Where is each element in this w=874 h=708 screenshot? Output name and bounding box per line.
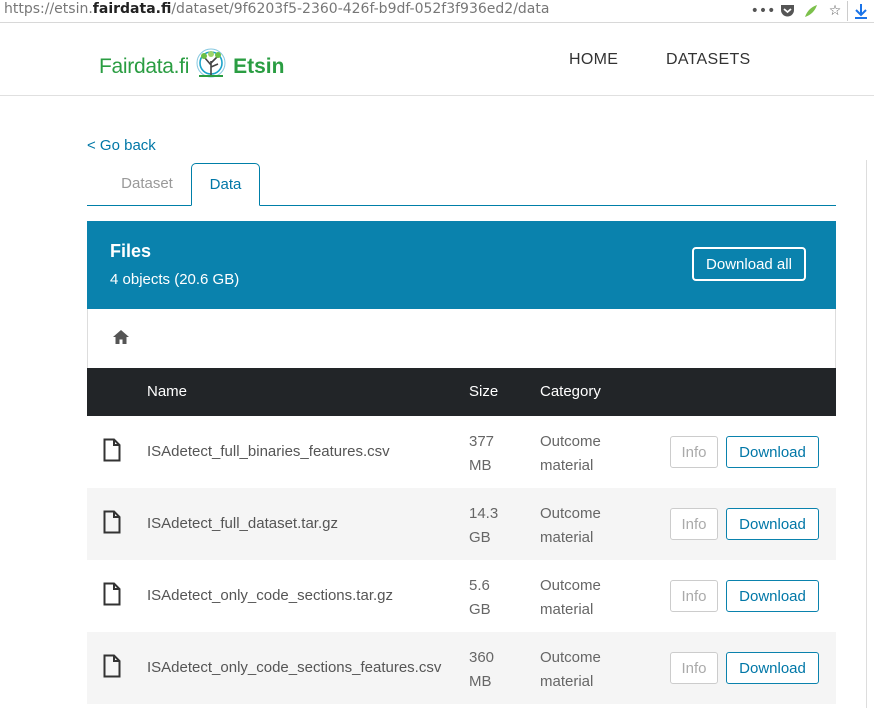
file-category: Outcome material — [540, 646, 620, 694]
tab-dataset[interactable]: Dataset — [106, 163, 188, 204]
download-arrow-icon[interactable] — [847, 1, 874, 21]
file-icon — [103, 582, 121, 606]
category-line2: material — [540, 601, 594, 618]
logo-etsin: Etsin — [233, 55, 285, 78]
file-icon — [103, 438, 121, 462]
tree-logo-icon — [196, 48, 226, 78]
file-category: Outcome material — [540, 502, 620, 550]
files-count: 4 objects (20.6 GB) — [110, 271, 240, 288]
more-icon[interactable]: ••• — [751, 1, 776, 21]
file-size: 5.6 GB — [469, 574, 519, 622]
file-size-value: 5.6 — [469, 577, 490, 594]
category-line1: Outcome — [540, 505, 601, 522]
logo-fairdata: Fairdata.fi — [99, 55, 190, 78]
scrollbar-edge[interactable] — [866, 160, 874, 708]
file-size-unit: MB — [469, 673, 492, 690]
category-line2: material — [540, 673, 594, 690]
category-line1: Outcome — [540, 649, 601, 666]
table-row: ISAdetect_full_dataset.tar.gz 14.3 GB Out… — [87, 488, 836, 560]
file-icon — [103, 510, 121, 534]
breadcrumb — [87, 309, 836, 368]
category-line2: material — [540, 457, 594, 474]
download-button[interactable]: Download — [726, 580, 819, 612]
table-row: ISAdetect_full_binaries_features.csv 377… — [87, 416, 836, 488]
url-host: fairdata.fi — [92, 1, 172, 17]
info-button[interactable]: Info — [670, 436, 718, 468]
column-category[interactable]: Category — [540, 383, 601, 400]
file-size-unit: MB — [469, 457, 492, 474]
url-path: /dataset/9f6203f5-2360-426f-b9df-052f3f9… — [171, 1, 550, 17]
home-icon[interactable] — [112, 329, 130, 345]
file-size-value: 360 — [469, 649, 495, 666]
file-size: 377 MB — [469, 430, 519, 478]
extension-icon[interactable] — [799, 1, 823, 21]
files-header: Files 4 objects (20.6 GB) Download all — [87, 221, 836, 309]
files-title: Files — [110, 241, 152, 261]
table-header: Name Size Category — [87, 368, 836, 416]
download-all-button[interactable]: Download all — [692, 247, 806, 281]
go-back-link[interactable]: < Go back — [87, 137, 156, 154]
tab-data[interactable]: Data — [191, 163, 260, 206]
pocket-icon[interactable] — [775, 1, 799, 21]
nav-home[interactable]: HOME — [569, 51, 618, 69]
file-name[interactable]: ISAdetect_only_code_sections_features.cs… — [147, 659, 441, 676]
column-size[interactable]: Size — [469, 383, 498, 400]
file-name[interactable]: ISAdetect_full_dataset.tar.gz — [147, 515, 338, 532]
browser-url-bar[interactable]: https://etsin.fairdata.fi/dataset/9f6203… — [0, 0, 874, 23]
column-name[interactable]: Name — [147, 383, 187, 400]
file-name[interactable]: ISAdetect_only_code_sections.tar.gz — [147, 587, 393, 604]
category-line1: Outcome — [540, 433, 601, 450]
url-text[interactable]: https://etsin.fairdata.fi/dataset/9f6203… — [4, 1, 549, 17]
tab-bar: Dataset Data — [87, 163, 836, 206]
category-line2: material — [540, 529, 594, 546]
file-size: 14.3 GB — [469, 502, 519, 550]
file-size-value: 14.3 — [469, 505, 499, 522]
file-size-unit: GB — [469, 601, 491, 618]
nav-datasets[interactable]: DATASETS — [666, 51, 751, 69]
file-category: Outcome material — [540, 430, 620, 478]
bookmark-star-icon[interactable]: ☆ — [823, 1, 847, 21]
file-size: 360 MB — [469, 646, 519, 694]
info-button[interactable]: Info — [670, 652, 718, 684]
url-prefix: https://etsin. — [4, 1, 93, 17]
file-name[interactable]: ISAdetect_full_binaries_features.csv — [147, 443, 390, 460]
file-size-value: 377 — [469, 433, 495, 450]
site-logo[interactable]: Fairdata.fi Etsin — [99, 48, 285, 85]
file-category: Outcome material — [540, 574, 620, 622]
download-button[interactable]: Download — [726, 508, 819, 540]
file-icon — [103, 654, 121, 678]
file-size-unit: GB — [469, 529, 491, 546]
site-header: Fairdata.fi Etsin HOME DATASETS — [0, 23, 874, 96]
table-row: ISAdetect_only_code_sections.tar.gz 5.6 G… — [87, 560, 836, 632]
table-row: ISAdetect_only_code_sections_features.cs… — [87, 632, 836, 704]
info-button[interactable]: Info — [670, 508, 718, 540]
info-button[interactable]: Info — [670, 580, 718, 612]
download-button[interactable]: Download — [726, 436, 819, 468]
category-line1: Outcome — [540, 577, 601, 594]
download-button[interactable]: Download — [726, 652, 819, 684]
